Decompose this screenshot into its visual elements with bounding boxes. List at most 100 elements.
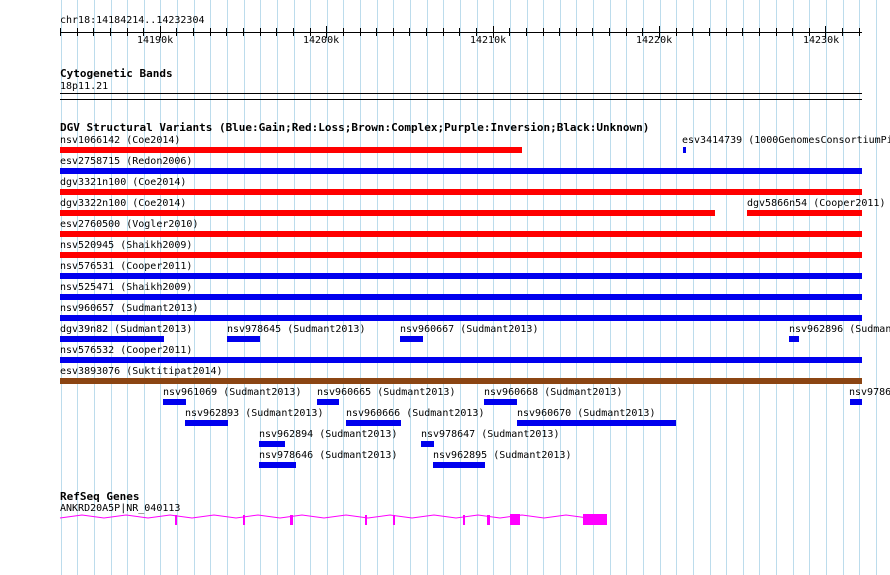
- ruler-tick: [343, 28, 344, 36]
- grid-line: [626, 0, 627, 575]
- grid-line: [776, 0, 777, 575]
- variant-bar[interactable]: [517, 420, 676, 426]
- grid-line: [543, 0, 544, 575]
- ruler-tick: [609, 28, 610, 36]
- grid-line: [343, 0, 344, 575]
- ruler-tick: [426, 28, 427, 36]
- grid-line: [743, 0, 744, 575]
- cytoband-bar-bottom: [60, 99, 862, 100]
- variant-bar[interactable]: [60, 231, 862, 237]
- variant-bar[interactable]: [60, 210, 715, 216]
- grid-line: [759, 0, 760, 575]
- grid-line: [859, 0, 860, 575]
- ruler-tick: [443, 28, 444, 36]
- variant-bar[interactable]: [433, 462, 485, 468]
- variant-bar[interactable]: [60, 378, 862, 384]
- variant-bar[interactable]: [259, 441, 285, 447]
- cytoband-label: 18p11.21: [60, 81, 109, 92]
- feature-label: nsv960667 (Sudmant2013): [400, 324, 539, 335]
- grid-line: [210, 0, 211, 575]
- feature-label: nsv1066142 (Coe2014): [60, 135, 181, 146]
- cytoband-bar-top[interactable]: [60, 93, 862, 94]
- cytoband-track-title: Cytogenetic Bands: [60, 67, 173, 80]
- grid-line: [277, 0, 278, 575]
- exon: [290, 515, 293, 525]
- grid-line: [560, 0, 561, 575]
- grid-line: [793, 0, 794, 575]
- grid-line: [826, 0, 827, 575]
- tick-label-14210k: 14210k: [470, 35, 507, 46]
- feature-label: nsv576531 (Cooper2011): [60, 261, 193, 272]
- grid-line: [493, 0, 494, 575]
- grid-line: [294, 0, 295, 575]
- exon: [510, 514, 520, 525]
- grid-line: [610, 0, 611, 575]
- ruler-tick: [709, 28, 710, 36]
- variant-bar[interactable]: [227, 336, 260, 342]
- gene-model[interactable]: [0, 510, 890, 530]
- ruler-tick: [393, 28, 394, 36]
- variant-bar[interactable]: [317, 399, 339, 405]
- ruler-tick: [243, 28, 244, 36]
- ruler-tick: [559, 28, 560, 36]
- ruler-tick: [692, 28, 693, 36]
- variant-bar[interactable]: [850, 399, 862, 405]
- ruler-tick: [127, 28, 128, 36]
- grid-line: [393, 0, 394, 575]
- ruler-tick: [409, 28, 410, 36]
- feature-label: nsv520945 (Shaikh2009): [60, 240, 193, 251]
- variant-bar[interactable]: [789, 336, 799, 342]
- feature-label: nsv960657 (Sudmant2013): [60, 303, 199, 314]
- feature-label: nsv960665 (Sudmant2013): [317, 387, 456, 398]
- ruler-tick: [676, 28, 677, 36]
- ruler-tick: [859, 28, 860, 36]
- ruler-tick: [526, 28, 527, 36]
- variant-bar[interactable]: [747, 210, 862, 216]
- feature-label: nsv962895 (Sudmant2013): [433, 450, 572, 461]
- variant-bar[interactable]: [60, 273, 862, 279]
- variant-bar[interactable]: [60, 147, 522, 153]
- ruler-tick: [276, 28, 277, 36]
- refseq-track-title: RefSeq Genes: [60, 490, 140, 503]
- feature-label: nsv525471 (Shaikh2009): [60, 282, 193, 293]
- variant-bar[interactable]: [484, 399, 517, 405]
- variant-bar[interactable]: [346, 420, 401, 426]
- feature-label: nsv960670 (Sudmant2013): [517, 408, 656, 419]
- grid-line: [410, 0, 411, 575]
- variant-bar[interactable]: [60, 294, 862, 300]
- variant-bar[interactable]: [60, 168, 862, 174]
- variant-bar[interactable]: [400, 336, 423, 342]
- genome-browser-view: chr18:14184214..14232304 14190k 14200k 1…: [0, 0, 890, 575]
- feature-label: nsv9786: [849, 387, 890, 398]
- feature-label: nsv978645 (Sudmant2013): [227, 324, 366, 335]
- tick-label-14200k: 14200k: [303, 35, 340, 46]
- ruler-tick: [77, 28, 78, 36]
- variant-bar[interactable]: [60, 336, 164, 342]
- grid-line: [693, 0, 694, 575]
- feature-label: nsv978646 (Sudmant2013): [259, 450, 398, 461]
- exon: [393, 515, 395, 525]
- variant-bar[interactable]: [683, 147, 686, 153]
- variant-bar[interactable]: [60, 252, 862, 258]
- variant-bar[interactable]: [259, 462, 296, 468]
- ruler-tick: [210, 28, 211, 36]
- grid-line: [510, 0, 511, 575]
- variant-bar[interactable]: [60, 357, 862, 363]
- exon: [175, 515, 177, 525]
- variant-bar[interactable]: [163, 399, 186, 405]
- grid-line: [660, 0, 661, 575]
- grid-line: [477, 0, 478, 575]
- feature-label: dgv3321n100 (Coe2014): [60, 177, 187, 188]
- grid-line: [809, 0, 810, 575]
- ruler-tick: [293, 28, 294, 36]
- exon: [487, 515, 490, 525]
- tick-label-14220k: 14220k: [636, 35, 673, 46]
- grid-line: [576, 0, 577, 575]
- variant-bar[interactable]: [421, 441, 434, 447]
- variant-bar[interactable]: [60, 315, 862, 321]
- variant-bar[interactable]: [185, 420, 228, 426]
- grid-line: [710, 0, 711, 575]
- variant-bar[interactable]: [60, 189, 862, 195]
- location-label: chr18:14184214..14232304: [60, 15, 205, 26]
- grid-line: [310, 0, 311, 575]
